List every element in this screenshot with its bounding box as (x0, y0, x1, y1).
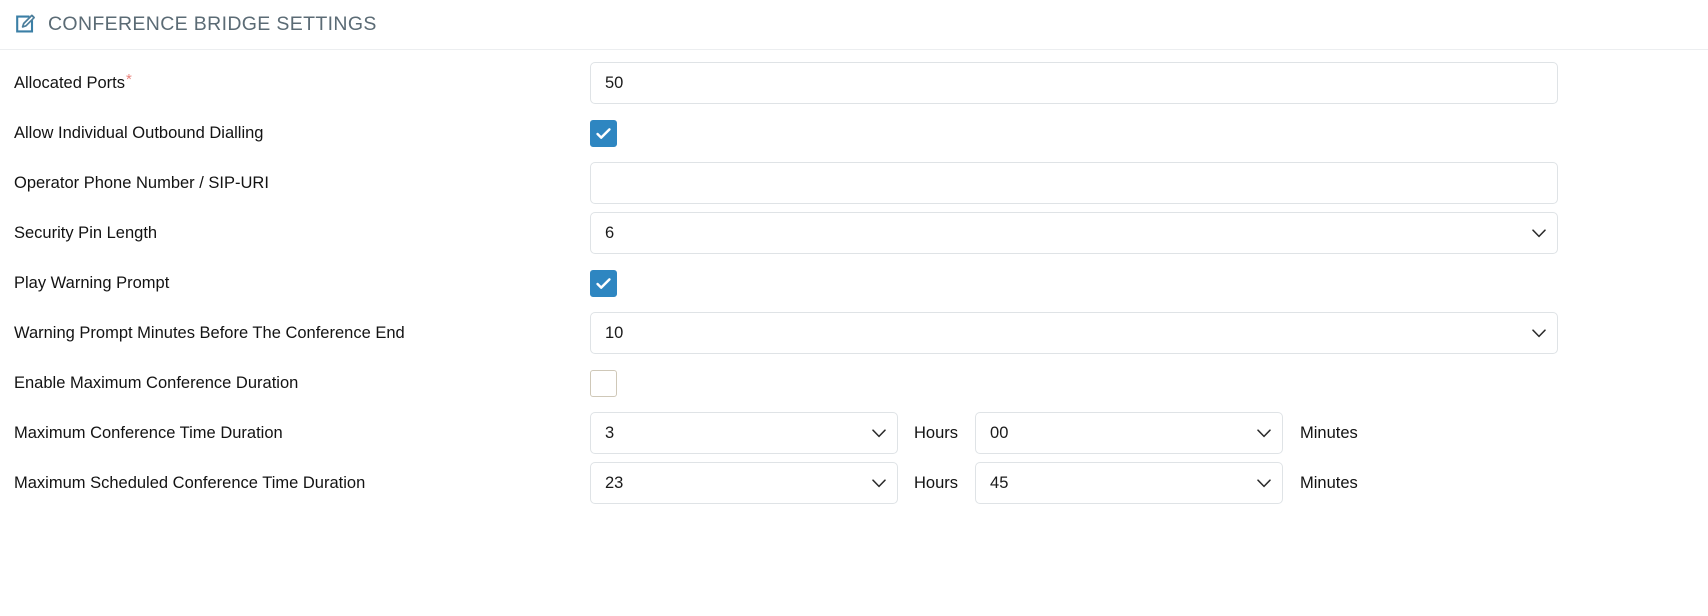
control-allow-individual-outbound-dialling (590, 119, 1708, 147)
control-security-pin-length: 45678 (590, 212, 1708, 254)
settings-form: Allocated Ports* Allow Individual Outboun… (0, 50, 1708, 508)
label-allocated-ports: Allocated Ports* (14, 70, 590, 94)
label-operator-phone-number-sip-uri: Operator Phone Number / SIP-URI (14, 173, 590, 193)
select-hours-maximum-scheduled-conference-time-duration-wrapper[interactable]: 01232223 (590, 462, 898, 504)
control-warning-prompt-minutes-before-the-conference-end: 5101520 (590, 312, 1708, 354)
unit-label-hours: Hours (914, 423, 959, 442)
form-row-allocated-ports: Allocated Ports* (0, 58, 1708, 108)
panel-header: CONFERENCE BRIDGE SETTINGS (0, 0, 1708, 49)
control-maximum-conference-time-duration: 012345 Hours 00153045 Minutes (590, 412, 1708, 454)
form-row-security-pin-length: Security Pin Length 45678 (0, 208, 1708, 258)
form-row-allow-individual-outbound-dialling: Allow Individual Outbound Dialling (0, 108, 1708, 158)
unit-label-minutes: Minutes (1300, 423, 1358, 442)
label-text: Warning Prompt Minutes Before The Confer… (14, 324, 405, 342)
select-minutes-maximum-conference-time-duration-wrapper[interactable]: 00153045 (975, 412, 1284, 454)
label-enable-maximum-conference-duration: Enable Maximum Conference Duration (14, 373, 590, 393)
select-hours-maximum-scheduled-conference-time-duration[interactable]: 01232223 (590, 462, 898, 504)
page-title: CONFERENCE BRIDGE SETTINGS (48, 12, 377, 35)
label-text: Maximum Scheduled Conference Time Durati… (14, 474, 366, 492)
label-allow-individual-outbound-dialling: Allow Individual Outbound Dialling (14, 123, 590, 143)
label-maximum-scheduled-conference-time-duration: Maximum Scheduled Conference Time Durati… (14, 473, 590, 493)
control-operator-phone-number-sip-uri (590, 162, 1708, 204)
label-security-pin-length: Security Pin Length (14, 223, 590, 243)
control-play-warning-prompt (590, 269, 1708, 297)
label-text: Security Pin Length (14, 224, 158, 242)
required-asterisk: * (125, 70, 132, 88)
label-text: Operator Phone Number / SIP-URI (14, 174, 269, 192)
checkbox-enable-maximum-conference-duration[interactable] (590, 369, 617, 397)
form-row-play-warning-prompt: Play Warning Prompt (0, 258, 1708, 308)
select-hours-maximum-conference-time-duration-wrapper[interactable]: 012345 (590, 412, 898, 454)
form-row-maximum-scheduled-conference-time-duration: Maximum Scheduled Conference Time Durati… (0, 458, 1708, 508)
form-row-warning-prompt-minutes-before-the-conference-end: Warning Prompt Minutes Before The Confer… (0, 308, 1708, 358)
select-security-pin-length[interactable]: 45678 (590, 212, 1558, 254)
checkbox-play-warning-prompt[interactable] (590, 269, 617, 297)
control-enable-maximum-conference-duration (590, 369, 1708, 397)
select-hours-maximum-conference-time-duration[interactable]: 012345 (590, 412, 898, 454)
unit-label-minutes: Minutes (1300, 473, 1358, 492)
form-row-maximum-conference-time-duration: Maximum Conference Time Duration 012345 Ho… (0, 408, 1708, 458)
checkbox-allow-individual-outbound-dialling[interactable] (590, 119, 617, 147)
select-warning-prompt-minutes-before-the-conference-end[interactable]: 5101520 (590, 312, 1558, 354)
label-text: Allow Individual Outbound Dialling (14, 124, 264, 142)
select-security-pin-length-wrapper[interactable]: 45678 (590, 212, 1558, 254)
label-warning-prompt-minutes-before-the-conference-end: Warning Prompt Minutes Before The Confer… (14, 323, 590, 343)
label-text: Play Warning Prompt (14, 274, 170, 292)
input-operator-phone-number-sip-uri[interactable] (590, 162, 1558, 204)
select-minutes-maximum-scheduled-conference-time-duration-wrapper[interactable]: 00153045 (975, 462, 1284, 504)
control-allocated-ports (590, 62, 1708, 104)
unit-label-hours: Hours (914, 473, 959, 492)
label-maximum-conference-time-duration: Maximum Conference Time Duration (14, 423, 590, 443)
select-warning-prompt-minutes-before-the-conference-end-wrapper[interactable]: 5101520 (590, 312, 1558, 354)
label-text: Maximum Conference Time Duration (14, 424, 283, 442)
label-text: Allocated Ports (14, 73, 125, 92)
select-minutes-maximum-conference-time-duration[interactable]: 00153045 (975, 412, 1284, 454)
input-allocated-ports[interactable] (590, 62, 1558, 104)
edit-square-pencil-icon (14, 12, 38, 36)
label-text: Enable Maximum Conference Duration (14, 374, 299, 392)
form-row-enable-maximum-conference-duration: Enable Maximum Conference Duration (0, 358, 1708, 408)
select-minutes-maximum-scheduled-conference-time-duration[interactable]: 00153045 (975, 462, 1284, 504)
form-row-operator-phone-number-sip-uri: Operator Phone Number / SIP-URI (0, 158, 1708, 208)
label-play-warning-prompt: Play Warning Prompt (14, 273, 590, 293)
control-maximum-scheduled-conference-time-duration: 01232223 Hours 00153045 Minutes (590, 462, 1708, 504)
